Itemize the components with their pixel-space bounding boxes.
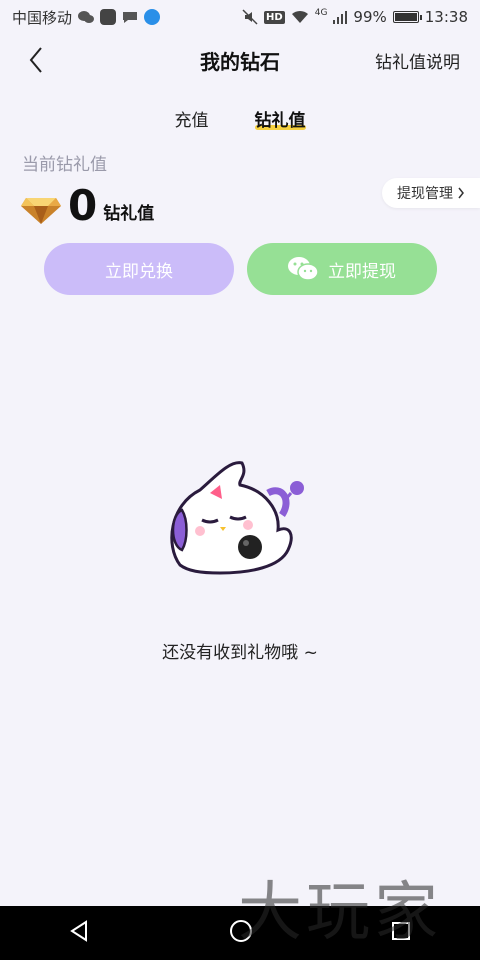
browser-icon (144, 9, 161, 25)
clock: 13:38 (424, 8, 468, 26)
tab-gift-value[interactable]: 钻礼值 (254, 100, 306, 136)
app-icon (100, 9, 117, 25)
balance-unit: 钻礼值 (103, 204, 155, 224)
nav-back-icon[interactable] (69, 920, 91, 946)
withdraw-management-button[interactable]: 提现管理 (382, 178, 480, 208)
exchange-now-button[interactable]: 立即兑换 (44, 243, 234, 295)
withdraw-now-button[interactable]: 立即提现 (247, 243, 437, 295)
mute-icon (242, 9, 258, 25)
tab-recharge[interactable]: 充值 (175, 100, 209, 136)
status-right: HD 4G 99% 13:38 (242, 8, 468, 26)
message-icon (122, 10, 138, 24)
navbar: 我的钻石 钻礼值说明 (0, 34, 480, 86)
page-title: 我的钻石 (200, 49, 280, 74)
watermark: 大玩家 (238, 876, 442, 950)
balance-value: 0 (68, 181, 98, 230)
carrier-label: 中国移动 (12, 8, 73, 27)
gift-value-help-link[interactable]: 钻礼值说明 (375, 48, 460, 73)
chevron-left-icon (29, 47, 42, 73)
battery-icon (392, 11, 422, 23)
wechat-icon (288, 257, 318, 281)
exchange-now-label: 立即兑换 (105, 261, 173, 282)
hd-badge: HD (264, 10, 285, 24)
diamond-icon (21, 198, 61, 224)
wechat-icon (78, 10, 95, 24)
wifi-icon (291, 10, 309, 24)
balance-row: 0 钻礼值 (20, 181, 155, 230)
empty-state-message: 还没有收到礼物哦 ~ (162, 643, 318, 663)
signal-icon (333, 10, 348, 24)
current-value-label: 当前钻礼值 (22, 155, 107, 175)
back-button[interactable] (20, 44, 52, 76)
status-left: 中国移动 (12, 7, 161, 28)
withdraw-management-label: 提现管理 (397, 186, 453, 202)
tab-bar: 充值 钻礼值 (0, 100, 480, 136)
network-label: 4G (314, 8, 328, 18)
status-bar: 中国移动 HD 4G 99% 13:38 (0, 0, 480, 34)
withdraw-now-label: 立即提现 (328, 261, 396, 282)
battery-percent: 99% (353, 8, 387, 26)
empty-state-mascot-illustration (170, 461, 304, 575)
chevron-right-icon (458, 187, 464, 199)
